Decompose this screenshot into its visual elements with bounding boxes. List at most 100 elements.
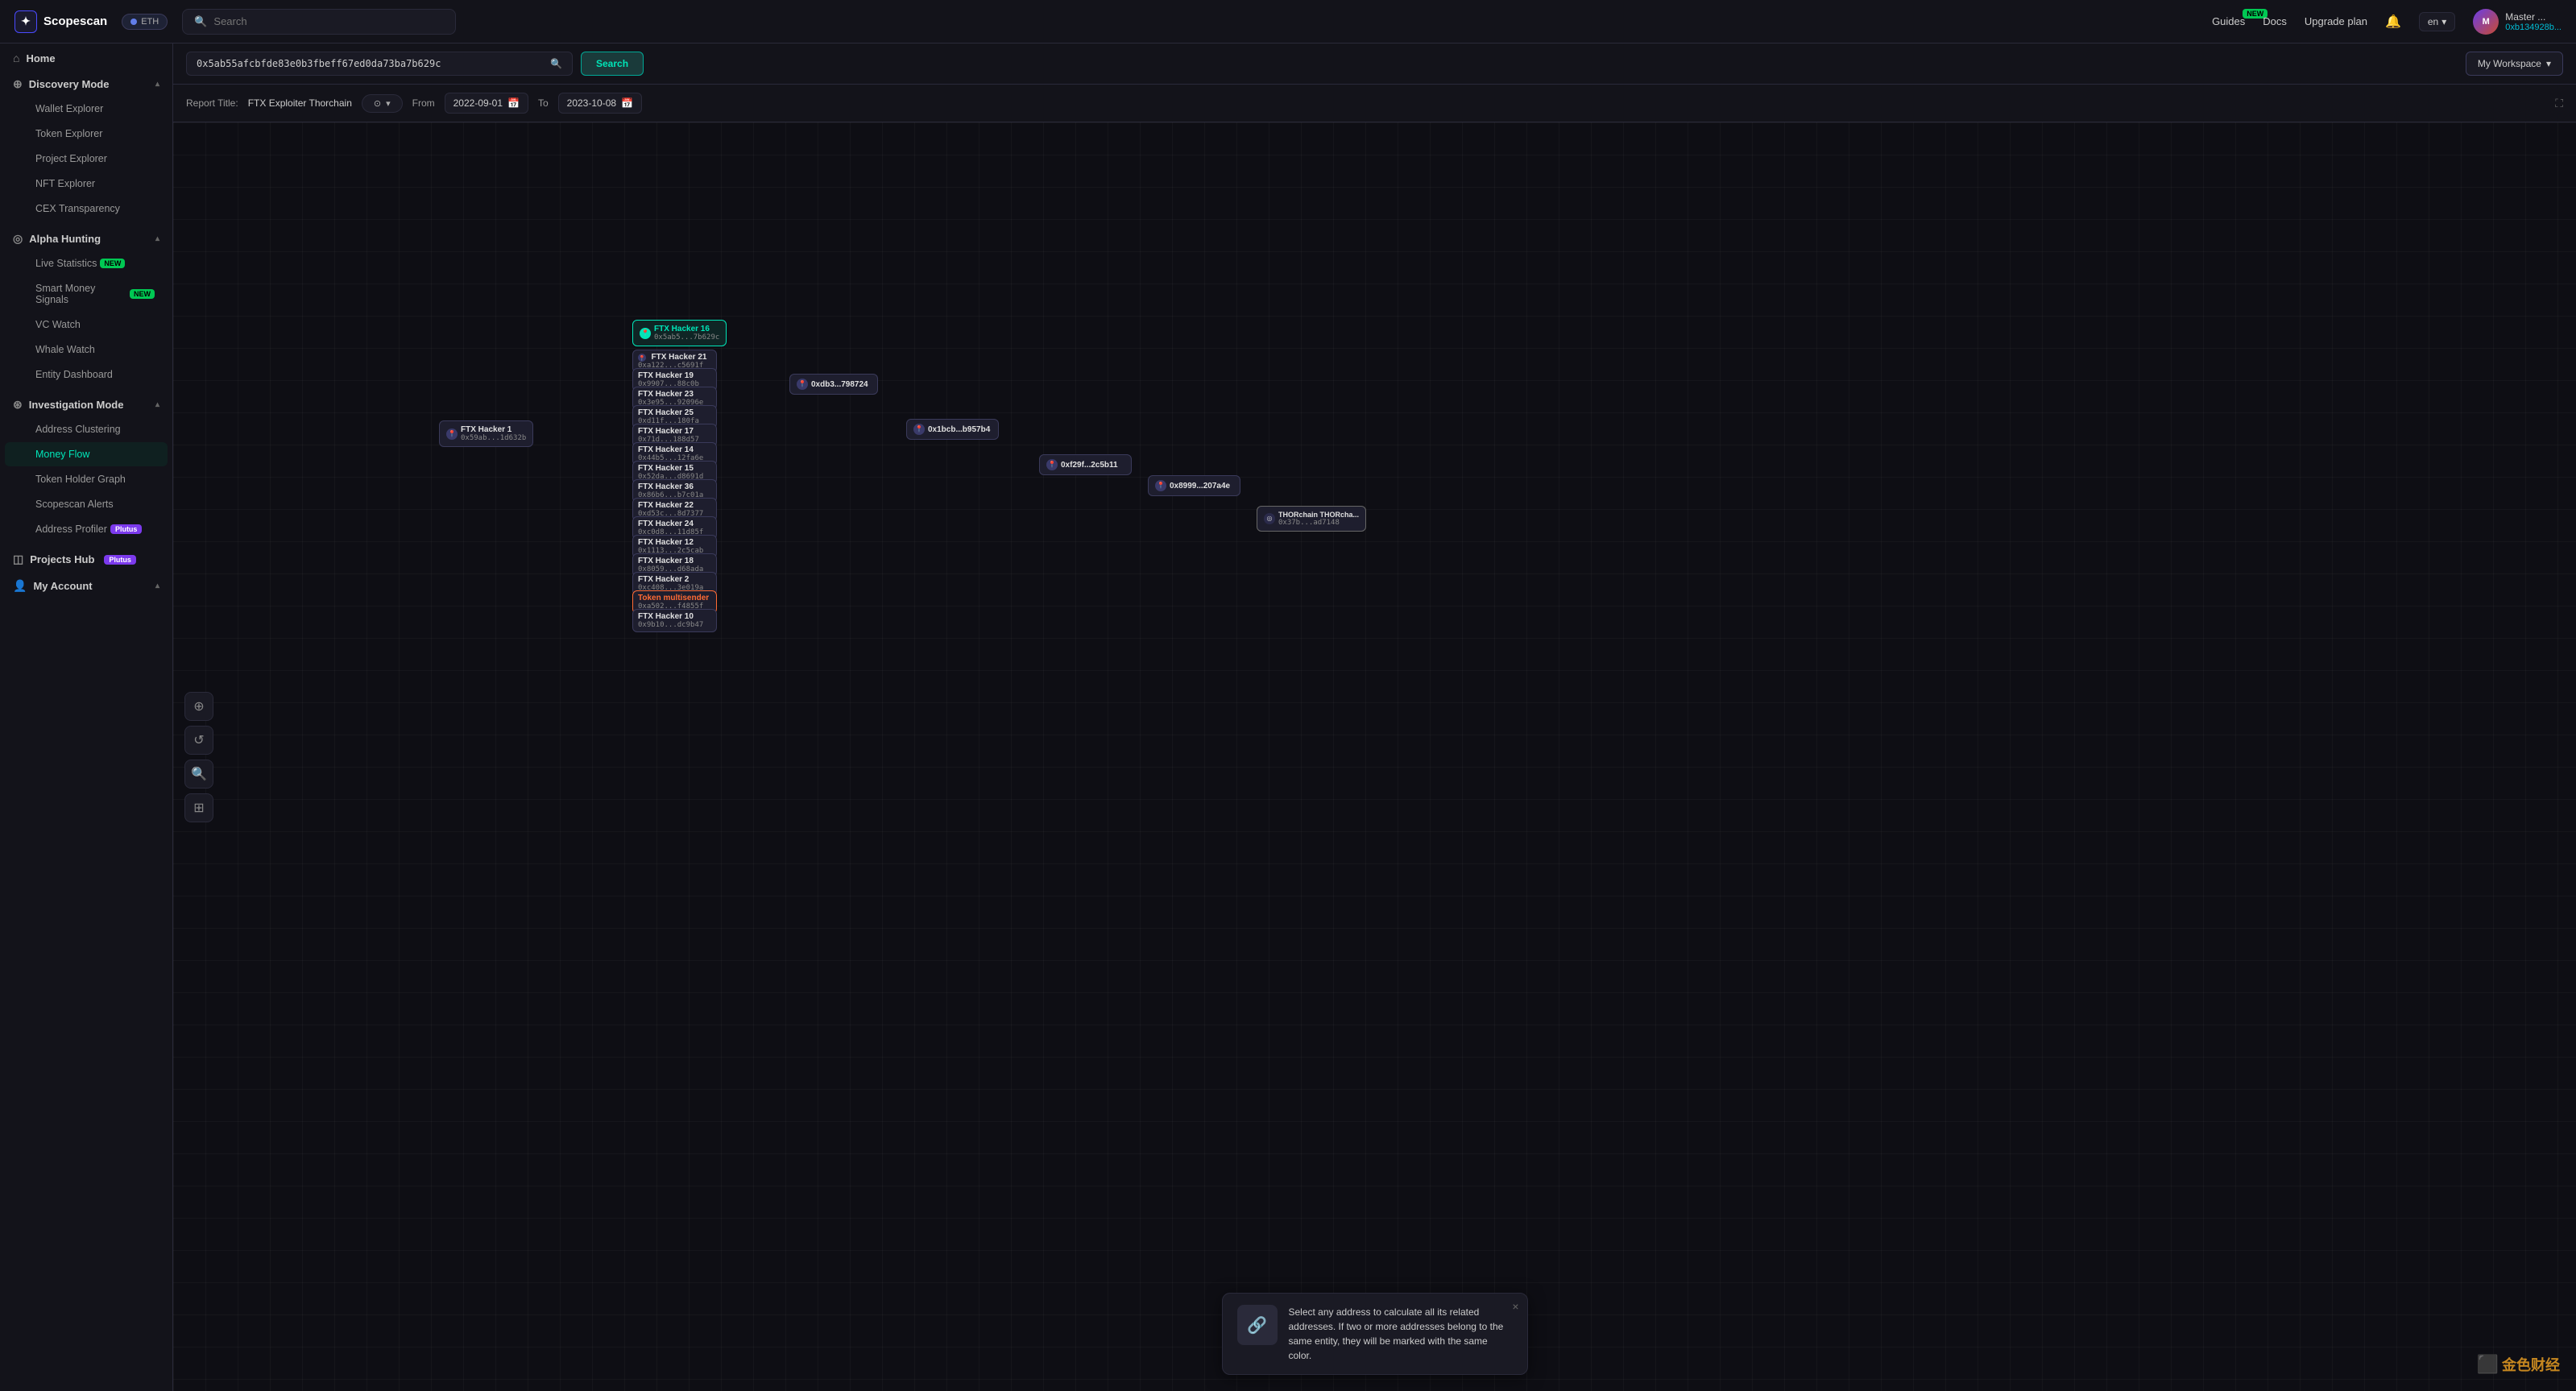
investigation-label: Investigation Mode [29, 399, 124, 411]
alpha-chevron: ▴ [155, 234, 159, 243]
node-ftx-hacker-1[interactable]: 📍 FTX Hacker 1 0x59ab...1d632b [439, 420, 533, 447]
sidebar-projects-hub[interactable]: ◫ Projects Hub Plutus [0, 544, 172, 571]
node-thorchain[interactable]: ◎ THORchain THORcha... 0x37b...ad7148 [1257, 506, 1366, 532]
node-icon-m4: 📍 [1155, 480, 1166, 491]
sidebar-item-token-holder-graph[interactable]: Token Holder Graph [5, 467, 168, 491]
node-label-m1: 0xdb3...798724 [811, 380, 868, 389]
to-date-picker[interactable]: 2023-10-08 📅 [558, 93, 642, 114]
upgrade-link[interactable]: Upgrade plan [2305, 15, 2367, 27]
sidebar-item-scopescan-alerts[interactable]: Scopescan Alerts [5, 492, 168, 516]
graph-canvas[interactable]: $6.6M $8.9M $8.5M $3.5M $3.5M $0.4M $0.9… [173, 122, 2576, 1391]
tool-target-btn[interactable]: ⊕ [184, 692, 213, 721]
sidebar-my-account[interactable]: 👤 My Account ▴ [0, 571, 172, 598]
discovery-label: Discovery Mode [29, 78, 110, 90]
eth-badge[interactable]: ETH [122, 14, 168, 30]
address-input-container[interactable]: 🔍 [186, 52, 573, 76]
docs-link[interactable]: Docs [2263, 15, 2287, 27]
node-icon-thor: ◎ [1264, 513, 1275, 524]
topnav: ✦ Scopescan ETH 🔍 Guides NEW Docs Upgrad… [0, 0, 2576, 43]
to-date-value: 2023-10-08 [567, 97, 616, 109]
sidebar-item-vc-watch[interactable]: VC Watch [5, 313, 168, 337]
node-addr-1: 0x59ab...1d632b [461, 434, 526, 442]
from-date-value: 2022-09-01 [453, 97, 503, 109]
logo: ✦ Scopescan [14, 10, 107, 33]
toggle-select[interactable]: ⊙ ▾ [362, 94, 403, 113]
sidebar-item-wallet-explorer[interactable]: Wallet Explorer [5, 97, 168, 121]
report-prefix: Report Title: [186, 97, 238, 109]
logo-icon: ✦ [14, 10, 37, 33]
report-title: FTX Exploiter Thorchain [248, 97, 352, 109]
tool-refresh-btn[interactable]: ↺ [184, 726, 213, 755]
sidebar-item-smart-money[interactable]: Smart Money Signals NEW [5, 276, 168, 312]
eth-dot [130, 19, 137, 25]
projects-hub-label: Projects Hub [30, 553, 94, 565]
sidebar-item-project-explorer[interactable]: Project Explorer [5, 147, 168, 171]
node-0xf29f[interactable]: 📍 0xf29f...2c5b11 [1039, 454, 1132, 475]
sidebar-item-cex-transparency[interactable]: CEX Transparency [5, 197, 168, 221]
tooltip-img-icon: 🔗 [1247, 1315, 1267, 1335]
sidebar-item-address-profiler[interactable]: Address Profiler Plutus [5, 517, 168, 541]
discovery-mode-header[interactable]: ⊕ Discovery Mode ▴ [0, 69, 172, 96]
user-details: Master ... 0xb134928b... [2505, 11, 2562, 32]
node-0x1bcb[interactable]: 📍 0x1bcb...b957b4 [906, 419, 999, 440]
guides-link[interactable]: Guides NEW [2212, 15, 2245, 27]
home-icon: ⌂ [13, 52, 19, 64]
workspace-label: My Workspace [2478, 58, 2541, 69]
tooltip-overlay: 🔗 Select any address to calculate all it… [1222, 1293, 1528, 1375]
node-ftx-hacker-16[interactable]: 📍 FTX Hacker 16 0x5ab5...7b629c [632, 320, 727, 346]
address-input[interactable] [197, 58, 544, 69]
search-icon: 🔍 [194, 15, 207, 28]
toolbar: 🔍 Search My Workspace ▾ [173, 43, 2576, 85]
node-icon-m2: 📍 [913, 424, 925, 435]
node-0x8999[interactable]: 📍 0x8999...207a4e [1148, 475, 1240, 496]
sidebar-item-whale-watch[interactable]: Whale Watch [5, 337, 168, 362]
calendar-to-icon: 📅 [621, 97, 633, 109]
from-date-picker[interactable]: 2022-09-01 📅 [445, 93, 528, 114]
node-addr-thor: 0x37b...ad7148 [1278, 519, 1359, 527]
topnav-search-bar[interactable]: 🔍 [182, 9, 456, 35]
node-0xdb3[interactable]: 📍 0xdb3...798724 [789, 374, 878, 395]
tooltip-text: Select any address to calculate all its … [1289, 1305, 1513, 1363]
sidebar-item-money-flow[interactable]: Money Flow [5, 442, 168, 466]
projects-hub-icon: ◫ [13, 553, 23, 566]
tooltip-close-button[interactable]: × [1512, 1300, 1518, 1313]
report-bar: Report Title: FTX Exploiter Thorchain ⊙ … [173, 85, 2576, 122]
content: 🔍 Search My Workspace ▾ Report Title: FT… [173, 43, 2576, 1391]
sidebar-item-token-explorer[interactable]: Token Explorer [5, 122, 168, 146]
node-label-1: FTX Hacker 1 [461, 425, 526, 434]
workspace-button[interactable]: My Workspace ▾ [2466, 52, 2563, 76]
alpha-icon: ◎ [13, 232, 23, 246]
node-label-m4: 0x8999...207a4e [1170, 482, 1230, 491]
sidebar-item-address-clustering[interactable]: Address Clustering [5, 417, 168, 441]
tool-export-btn[interactable]: ⊞ [184, 793, 213, 822]
lang-label: en [2428, 16, 2438, 27]
node-label-thor: THORchain THORcha... [1278, 511, 1359, 519]
plutus-badge: Plutus [110, 524, 143, 534]
nav-links: Guides NEW Docs Upgrade plan 🔔 en ▾ M Ma… [2212, 9, 2562, 35]
sidebar-item-nft-explorer[interactable]: NFT Explorer [5, 172, 168, 196]
sidebar-item-entity-dashboard[interactable]: Entity Dashboard [5, 362, 168, 387]
investigation-icon: ⊛ [13, 398, 23, 412]
bell-icon[interactable]: 🔔 [2385, 14, 2401, 30]
investigation-mode-header[interactable]: ⊛ Investigation Mode ▴ [0, 390, 172, 416]
watermark-text: 金色财经 [2502, 1354, 2560, 1375]
tool-search-btn[interactable]: 🔍 [184, 760, 213, 789]
search-button[interactable]: Search [581, 52, 644, 76]
to-label: To [538, 97, 549, 109]
topnav-search-input[interactable] [213, 15, 444, 27]
lang-select[interactable]: en ▾ [2419, 12, 2455, 31]
chevron-down-icon: ▾ [2441, 16, 2446, 27]
node-icon-1: 📍 [446, 428, 458, 440]
alpha-hunting-header[interactable]: ◎ Alpha Hunting ▴ [0, 224, 172, 250]
home-label: Home [26, 52, 55, 64]
sidebar-home[interactable]: ⌂ Home [0, 43, 172, 69]
tooltip-image: 🔗 [1237, 1305, 1278, 1345]
live-stats-badge: NEW [100, 259, 125, 268]
expand-icon[interactable]: ⛶ [2555, 97, 2563, 110]
sidebar-item-live-statistics[interactable]: Live Statistics NEW [5, 251, 168, 275]
graph-tools: ⊕ ↺ 🔍 ⊞ [184, 692, 213, 822]
discovery-chevron: ▴ [155, 80, 159, 89]
node-ftx-hacker-10[interactable]: FTX Hacker 10 0x9b10...dc9b47 [632, 609, 717, 632]
projects-hub-badge: Plutus [104, 555, 136, 565]
node-icon-m1: 📍 [797, 379, 808, 390]
